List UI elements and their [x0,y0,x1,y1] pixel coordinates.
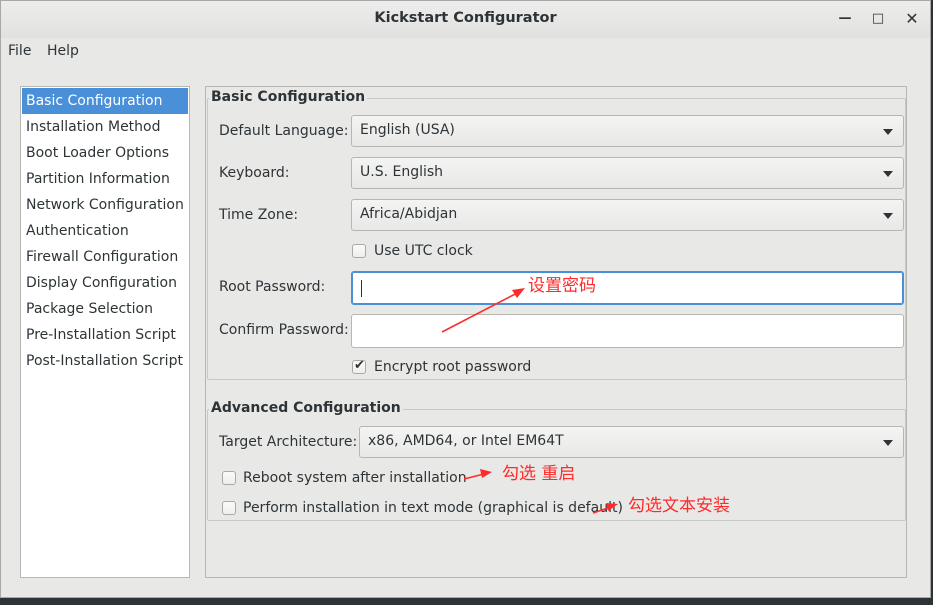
arrow-to-reboot [463,469,492,480]
arrow-to-set-password [441,288,525,333]
annotation-arrows [441,288,618,514]
arrow-to-text-install [592,503,618,514]
kickstart-window: Kickstart Configurator — □ ✕ File Help B… [0,0,931,598]
annotation-check-text-install: 勾选文本安装 [628,496,730,516]
annotation-check-reboot: 勾选 重启 [502,464,576,484]
